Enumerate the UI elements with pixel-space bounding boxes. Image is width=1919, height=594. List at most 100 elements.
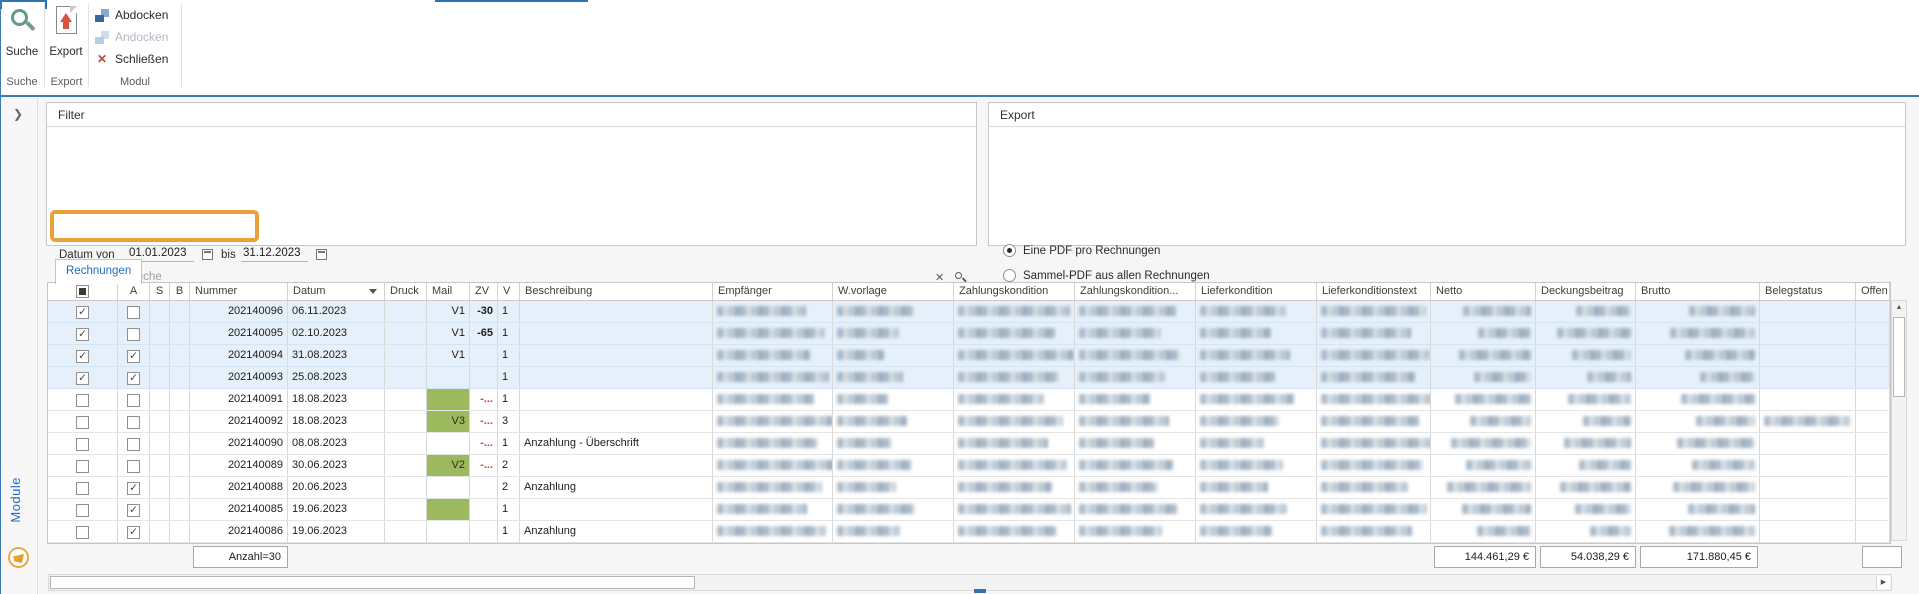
eine-pdf-label[interactable]: Eine PDF pro Rechnungen <box>1023 245 1160 257</box>
redacted-cell-content <box>1200 372 1275 382</box>
cell-druck <box>385 433 427 454</box>
cell-v: 3 <box>498 411 520 432</box>
schliessen-button[interactable]: ✕ Schließen <box>95 50 168 68</box>
row-a-checkbox[interactable] <box>127 438 140 451</box>
invoice-row-202140094[interactable]: ✓✓20214009431.08.2023V11 <box>48 345 1890 367</box>
calendar-icon[interactable] <box>202 249 213 260</box>
cell-db <box>1536 367 1636 388</box>
cell-a <box>118 433 150 454</box>
row-select-checkbox[interactable] <box>76 526 89 539</box>
close-icon: ✕ <box>95 52 109 66</box>
abdocken-button[interactable]: Abdocken <box>95 6 168 24</box>
row-a-checkbox[interactable] <box>127 394 140 407</box>
cell-sel <box>48 433 118 454</box>
invoice-row-202140085[interactable]: ✓20214008519.06.20231 <box>48 499 1890 521</box>
cell-s <box>150 301 170 322</box>
cell-v: 1 <box>498 301 520 322</box>
invoice-row-202140091[interactable]: 20214009118.08.2023-...1 <box>48 389 1890 411</box>
row-select-checkbox[interactable]: ✓ <box>76 306 89 319</box>
header-select-all[interactable] <box>48 283 118 300</box>
scroll-up-icon[interactable]: ▲ <box>1892 301 1906 315</box>
column-header-netto[interactable]: Netto <box>1431 283 1536 300</box>
cell-belegstatus <box>1760 345 1856 366</box>
column-header-lk[interactable]: Lieferkondition <box>1196 283 1317 300</box>
redacted-cell-content <box>1681 394 1755 404</box>
column-header-lkt[interactable]: Lieferkonditionstext <box>1317 283 1431 300</box>
column-header-s[interactable]: S <box>150 283 170 300</box>
datum-bis-field[interactable]: 31.12.2023 <box>241 247 308 262</box>
cell-b <box>170 499 190 520</box>
sort-desc-icon <box>369 289 377 294</box>
invoice-row-202140090[interactable]: 20214009008.08.2023-...1Anzahlung - Über… <box>48 433 1890 455</box>
row-select-checkbox[interactable] <box>76 460 89 473</box>
column-header-beschreibung[interactable]: Beschreibung <box>520 283 713 300</box>
column-header-wvorlage[interactable]: W.vorlage <box>833 283 954 300</box>
row-select-checkbox[interactable]: ✓ <box>76 372 89 385</box>
row-select-checkbox[interactable]: ✓ <box>76 328 89 341</box>
select-all-checkbox[interactable] <box>76 285 89 298</box>
redacted-cell-content <box>1321 394 1431 404</box>
invoice-row-202140086[interactable]: ✓20214008619.06.20231Anzahlung <box>48 521 1890 543</box>
cell-netto <box>1431 499 1536 520</box>
column-header-a[interactable]: A <box>118 283 150 300</box>
column-header-nummer[interactable]: Nummer <box>190 283 288 300</box>
row-a-checkbox[interactable]: ✓ <box>127 372 140 385</box>
cell-b <box>170 301 190 322</box>
row-select-checkbox[interactable] <box>76 504 89 517</box>
export-ribbon-button[interactable]: Export <box>45 2 87 64</box>
cell-datum: 18.08.2023 <box>288 411 385 432</box>
row-select-checkbox[interactable] <box>76 482 89 495</box>
horizontal-scrollbar[interactable]: ▶ <box>48 574 1892 591</box>
column-header-empfaenger[interactable]: Empfänger <box>713 283 833 300</box>
redacted-cell-content <box>1692 460 1755 470</box>
row-select-checkbox[interactable] <box>76 394 89 407</box>
column-header-brutto[interactable]: Brutto <box>1636 283 1760 300</box>
vertical-scrollbar[interactable]: ▲ <box>1891 300 1907 541</box>
sammel-pdf-label[interactable]: Sammel-PDF aus allen Rechnungen <box>1023 270 1210 282</box>
column-header-zk1[interactable]: Zahlungskondition <box>954 283 1075 300</box>
row-select-checkbox[interactable] <box>76 438 89 451</box>
column-header-zk2[interactable]: Zahlungskondition... <box>1075 283 1196 300</box>
row-select-checkbox[interactable]: ✓ <box>76 350 89 363</box>
cell-a <box>118 455 150 476</box>
calendar-icon[interactable] <box>316 249 327 260</box>
column-header-b[interactable]: B <box>170 283 190 300</box>
column-header-db[interactable]: Deckungsbeitrag <box>1536 283 1636 300</box>
redacted-cell-content <box>1700 372 1755 382</box>
suche-ribbon-button[interactable]: Suche <box>1 2 43 64</box>
column-header-zv[interactable]: ZV <box>470 283 498 300</box>
invoice-row-202140092[interactable]: 20214009218.08.2023V3-...3 <box>48 411 1890 433</box>
row-a-checkbox[interactable]: ✓ <box>127 504 140 517</box>
row-a-checkbox[interactable] <box>127 460 140 473</box>
invoice-row-202140096[interactable]: ✓20214009606.11.2023V1-301 <box>48 301 1890 323</box>
horizontal-scrollbar-thumb[interactable] <box>50 576 695 589</box>
column-header-druck[interactable]: Druck <box>385 283 427 300</box>
row-a-checkbox[interactable]: ✓ <box>127 526 140 539</box>
module-icon[interactable] <box>8 547 29 568</box>
row-select-checkbox[interactable] <box>76 416 89 429</box>
column-header-mail[interactable]: Mail <box>427 283 470 300</box>
sammel-pdf-radio[interactable] <box>1003 269 1016 282</box>
row-a-checkbox[interactable]: ✓ <box>127 482 140 495</box>
invoice-row-202140093[interactable]: ✓✓20214009325.08.20231 <box>48 367 1890 389</box>
eine-pdf-radio[interactable] <box>1003 244 1016 257</box>
invoice-row-202140088[interactable]: ✓20214008820.06.20232Anzahlung <box>48 477 1890 499</box>
column-header-offen[interactable]: Offen <box>1856 283 1890 300</box>
redacted-cell-content <box>1677 438 1755 448</box>
scroll-right-icon[interactable]: ▶ <box>1876 576 1890 589</box>
invoice-row-202140089[interactable]: 20214008930.06.2023V2-...2 <box>48 455 1890 477</box>
row-a-checkbox[interactable] <box>127 306 140 319</box>
module-tab[interactable]: Module <box>8 477 23 523</box>
column-header-belegstatus[interactable]: Belegstatus <box>1760 283 1856 300</box>
row-a-checkbox[interactable] <box>127 328 140 341</box>
cell-netto <box>1431 521 1536 542</box>
vertical-scrollbar-thumb[interactable] <box>1893 317 1905 397</box>
row-a-checkbox[interactable]: ✓ <box>127 350 140 363</box>
row-a-checkbox[interactable] <box>127 416 140 429</box>
redacted-cell-content <box>837 306 914 316</box>
column-header-v[interactable]: V <box>498 283 520 300</box>
column-header-datum[interactable]: Datum <box>288 283 385 300</box>
invoice-row-202140095[interactable]: ✓20214009502.10.2023V1-651 <box>48 323 1890 345</box>
tab-rechnungen[interactable]: Rechnungen <box>55 259 142 284</box>
expand-panel-chevron-icon[interactable]: ❯ <box>13 107 23 121</box>
